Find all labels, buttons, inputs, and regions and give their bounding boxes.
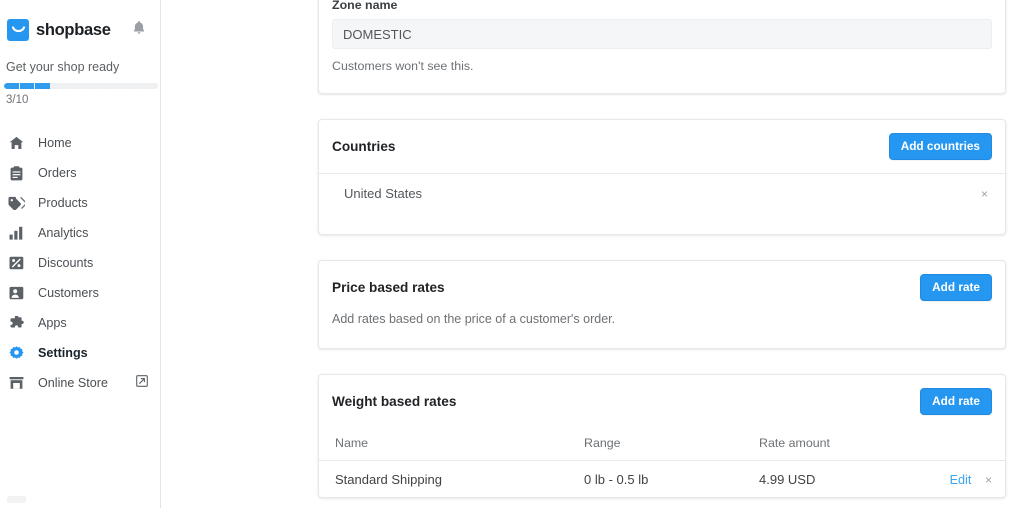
external-link-icon [136, 374, 148, 392]
column-header-actions [939, 427, 1005, 461]
sidebar-item-products[interactable]: Products [0, 188, 160, 218]
settings-shipping-zone-panel: Zone name Customers won't see this. Coun… [318, 0, 1006, 508]
zone-name-card: Zone name Customers won't see this. [318, 0, 1006, 94]
brand-name: shopbase [36, 20, 111, 39]
price-based-rates-header: Price based rates Add rate [319, 261, 1005, 314]
sidebar-item-discounts[interactable]: Discounts [0, 248, 160, 278]
edit-rate-link[interactable]: Edit [950, 473, 972, 487]
sidebar-item-label: Online Store [38, 376, 109, 390]
weight-based-rates-card: Weight based rates Add rate Name Range R… [318, 373, 1006, 498]
home-icon [7, 134, 26, 153]
countries-title: Countries [332, 138, 396, 154]
zone-name-label: Zone name [332, 0, 398, 12]
column-header-rate-amount: Rate amount [759, 427, 939, 461]
rate-range: 0 lb - 0.5 lb [584, 471, 649, 487]
onboarding-label: Get your shop ready [6, 60, 120, 74]
main-content: Zone name Customers won't see this. Coun… [161, 0, 1024, 508]
rate-name: Standard Shipping [335, 471, 442, 487]
card-spacer [319, 214, 1005, 234]
sidebar-item-label: Discounts [38, 256, 94, 270]
placeholder-icon [7, 495, 26, 503]
table-header-row: Name Range Rate amount [319, 427, 1005, 461]
sidebar-item-online-store[interactable]: Online Store [0, 368, 160, 398]
puzzle-icon [7, 314, 26, 333]
column-header-name: Name [319, 427, 584, 461]
rate-amount: 4.99 USD [759, 471, 816, 487]
country-name: United States [344, 186, 423, 202]
add-weight-rate-button[interactable]: Add rate [920, 387, 992, 415]
add-countries-button[interactable]: Add countries [888, 133, 992, 160]
sidebar-item-customers[interactable]: Customers [0, 278, 160, 308]
price-based-rates-body: Add rates based on the price of a custom… [319, 312, 1005, 348]
sidebar-nav: Home Orders Products Analytics Discounts… [0, 128, 160, 398]
bar-chart-icon [7, 224, 26, 243]
shopbase-logo-icon [7, 19, 29, 41]
sidebar-item-label: Analytics [38, 226, 89, 240]
sidebar-item-label: Home [38, 136, 72, 150]
app-root: shopbase Get your shop ready 3/10 Home O… [0, 0, 1024, 508]
column-header-range: Range [584, 427, 759, 461]
sidebar-item-apps[interactable]: Apps [0, 308, 160, 338]
country-row: United States × [319, 174, 1005, 214]
price-based-rates-description: Add rates based on the price of a custom… [332, 311, 616, 326]
onboarding-progress-bar [4, 83, 158, 89]
zone-name-help-text: Customers won't see this. [332, 59, 474, 73]
sidebar-item-label: Products [38, 196, 88, 210]
sidebar-item-label [38, 492, 42, 506]
rate-row-actions: Edit × [939, 460, 1005, 497]
price-based-rates-title: Price based rates [332, 279, 445, 295]
countries-card: Countries Add countries United States × [318, 119, 1006, 235]
sidebar: shopbase Get your shop ready 3/10 Home O… [0, 0, 161, 508]
sidebar-item-label: Customers [38, 286, 99, 300]
customers-icon [7, 284, 26, 303]
orders-icon [7, 164, 26, 183]
tag-icon [7, 194, 26, 213]
sidebar-item-label: Apps [38, 316, 67, 330]
sidebar-item-truncated[interactable] [0, 484, 159, 508]
sidebar-item-settings[interactable]: Settings [0, 338, 160, 368]
sidebar-item-label: Settings [38, 346, 88, 360]
weight-based-rates-header: Weight based rates Add rate [319, 375, 1005, 428]
onboarding-progress: Get your shop ready 3/10 [0, 60, 160, 106]
price-based-rates-card: Price based rates Add rate Add rates bas… [318, 259, 1006, 349]
remove-rate-icon[interactable]: × [985, 473, 992, 487]
percent-icon [7, 254, 26, 273]
onboarding-count: 3/10 [6, 94, 29, 106]
gear-icon [7, 344, 26, 363]
add-price-rate-button[interactable]: Add rate [920, 273, 992, 301]
zone-name-input[interactable] [332, 19, 992, 49]
sidebar-brand-row: shopbase [0, 0, 160, 60]
bell-icon[interactable] [132, 20, 146, 40]
sidebar-item-analytics[interactable]: Analytics [0, 218, 160, 248]
sidebar-item-home[interactable]: Home [0, 128, 160, 158]
storefront-icon [7, 374, 26, 393]
sidebar-item-orders[interactable]: Orders [0, 158, 160, 188]
weight-based-rates-title: Weight based rates [332, 393, 457, 409]
weight-rates-table-wrap: Name Range Rate amount Standard Shipping… [319, 427, 1005, 497]
countries-card-header: Countries Add countries [319, 120, 1005, 173]
sidebar-item-label: Orders [38, 166, 77, 180]
weight-rates-table: Name Range Rate amount Standard Shipping… [319, 427, 1005, 497]
remove-country-icon[interactable]: × [977, 188, 992, 200]
table-row: Standard Shipping 0 lb - 0.5 lb 4.99 USD… [319, 460, 1005, 497]
